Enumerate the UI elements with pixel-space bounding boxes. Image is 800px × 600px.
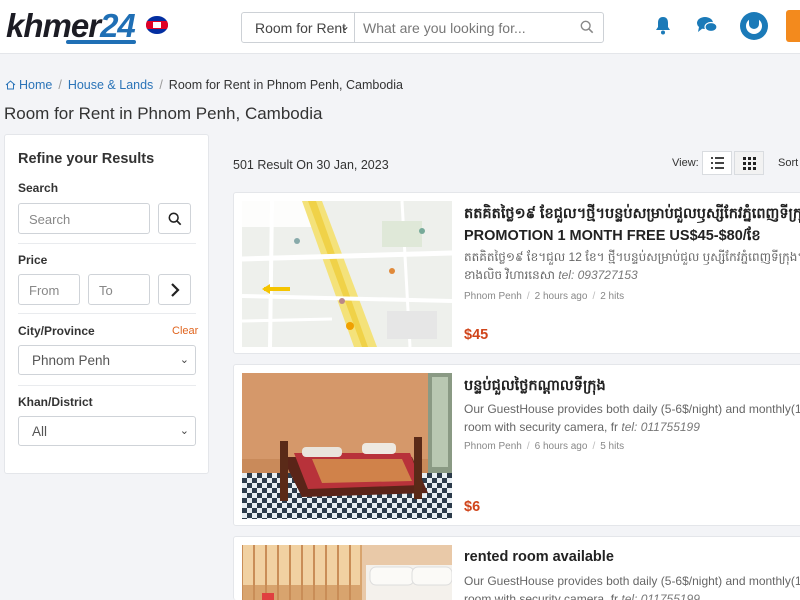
listing-title[interactable]: តតគិតថ្លៃ១៩ ខែជួល។ថ្មី។បន្ទប់សម្រាប់ជួលឫ… [464, 205, 800, 226]
list-icon [711, 157, 724, 169]
sidebar-search-button[interactable] [158, 203, 191, 234]
clear-city-link[interactable]: Clear [172, 325, 198, 337]
chevron-down-icon: ⌄ [339, 19, 350, 33]
divider [18, 243, 196, 244]
sidebar-title: Refine your Results [18, 151, 155, 167]
listing-card[interactable]: តតគិតថ្លៃ១៩ ខែជួល។ថ្មី។បន្ទប់សម្រាប់ជួលឫ… [233, 192, 800, 354]
result-count: 501 Result On 30 Jan, 2023 [233, 158, 389, 172]
listing-location: Phnom Penh [464, 441, 522, 452]
chevron-down-icon: ⌄ [179, 425, 189, 437]
listing-time: 6 hours ago [534, 441, 588, 452]
logo-text-khmer: khmer [6, 7, 101, 44]
room-photo [242, 545, 452, 600]
listing-phone[interactable]: tel: 011755199 [621, 592, 700, 600]
khan-label: Khan/District [18, 395, 93, 409]
post-ad-button[interactable] [786, 10, 800, 42]
description-text: ខាងលិច វិហារនេសា [464, 268, 559, 282]
price-apply-button[interactable] [158, 274, 191, 305]
listing-hits: 5 hits [600, 441, 625, 452]
listing-location: Phnom Penh [464, 291, 522, 302]
cambodia-flag-icon[interactable] [146, 16, 168, 34]
breadcrumb-home-link[interactable]: Home [19, 78, 52, 92]
listing-card[interactable]: rented room available Our GuestHouse pro… [233, 536, 800, 600]
search-icon [168, 212, 182, 226]
listing-title[interactable]: បន្ទប់ជួលថ្លៃកណ្តាលទីក្រុង [464, 377, 606, 398]
description-text: room with security camera, fr [464, 592, 622, 600]
list-view-button[interactable] [702, 151, 732, 175]
city-select[interactable]: Phnom Penh ⌄ [18, 345, 196, 375]
listing-price: $6 [464, 499, 481, 515]
listing-description-line2: room with security camera, fr tel: 01175… [464, 418, 700, 436]
chevron-right-icon [171, 283, 180, 297]
listing-meta: Phnom Penh/2 hours ago/2 hits [464, 291, 625, 302]
city-select-value: Phnom Penh [32, 353, 111, 368]
divider [18, 313, 196, 314]
khan-select[interactable]: All ⌄ [18, 416, 196, 446]
listing-hits: 2 hits [600, 291, 625, 302]
search-icon[interactable] [580, 20, 594, 34]
listing-description-line2: room with security camera, fr tel: 01175… [464, 590, 700, 600]
listing-description-line2: ខាងលិច វិហារនេសា tel: 093727153 [464, 266, 638, 284]
listing-description: តតគិតថ្លៃ១៩ ខែ។ជួល 12 ខែ។ ថ្មី។បន្ទប់សម្… [464, 250, 800, 264]
listing-thumbnail-photo[interactable] [242, 545, 452, 600]
refine-sidebar: Refine your Results Search Search Price … [4, 134, 209, 474]
listing-thumbnail-photo[interactable] [242, 373, 452, 519]
category-select-value: Room for Rent [255, 20, 347, 36]
user-avatar-icon[interactable] [740, 12, 768, 40]
listing-thumbnail-map[interactable] [242, 201, 452, 347]
top-header: khmer24 Room for Rent ⌄ What are you loo… [0, 0, 800, 54]
view-label: View: [672, 157, 699, 169]
breadcrumb: Home / House & Lands / Room for Rent in Phno… [5, 78, 403, 92]
breadcrumb-section-link[interactable]: House & Lands [68, 78, 153, 92]
listing-description: Our GuestHouse provides both daily (5-6$… [464, 574, 800, 588]
breadcrumb-current: Room for Rent in Phnom Penh, Cambodia [168, 78, 403, 92]
listing-card[interactable]: បន្ទប់ជួលថ្លៃកណ្តាលទីក្រុង Our GuestHous… [233, 364, 800, 526]
khan-select-value: All [32, 424, 48, 439]
listing-title-promo[interactable]: PROMOTION 1 MONTH FREE US$45-$80/ខែ [464, 227, 761, 248]
grid-icon [743, 157, 756, 170]
price-label: Price [18, 253, 48, 267]
listing-phone[interactable]: tel: 093727153 [558, 268, 637, 282]
city-label: City/Province [18, 324, 95, 338]
price-to-input[interactable]: To [88, 274, 150, 305]
listing-time: 2 hours ago [534, 291, 588, 302]
chat-icon[interactable] [696, 15, 718, 35]
sidebar-search-input[interactable]: Search [18, 203, 150, 234]
sort-label[interactable]: Sort [778, 157, 798, 169]
bell-icon[interactable] [654, 15, 672, 35]
page-title: Room for Rent in Phnom Penh, Cambodia [4, 104, 323, 123]
search-input[interactable]: What are you looking for... [363, 20, 526, 36]
site-logo[interactable]: khmer24 [6, 7, 136, 44]
category-select[interactable]: Room for Rent ⌄ [242, 13, 355, 42]
breadcrumb-separator: / [58, 78, 62, 92]
breadcrumb-separator: / [159, 78, 163, 92]
listing-phone[interactable]: tel: 011755199 [621, 420, 700, 434]
grid-view-button[interactable] [734, 151, 764, 175]
listing-price: $45 [464, 327, 489, 343]
price-from-input[interactable]: From [18, 274, 80, 305]
listing-title[interactable]: rented room available [464, 549, 614, 565]
description-text: room with security camera, fr [464, 420, 622, 434]
home-icon [5, 80, 16, 90]
room-photo [242, 373, 452, 519]
logo-swoosh [66, 40, 136, 44]
chevron-down-icon: ⌄ [179, 354, 189, 366]
divider [18, 385, 196, 386]
map-image [242, 201, 452, 347]
logo-text-24: 24 [100, 7, 136, 44]
listing-description: Our GuestHouse provides both daily (5-6$… [464, 402, 800, 416]
search-label: Search [18, 181, 59, 195]
listing-meta: Phnom Penh/6 hours ago/5 hits [464, 441, 625, 452]
search-bar: Room for Rent ⌄ What are you looking for… [241, 12, 604, 43]
